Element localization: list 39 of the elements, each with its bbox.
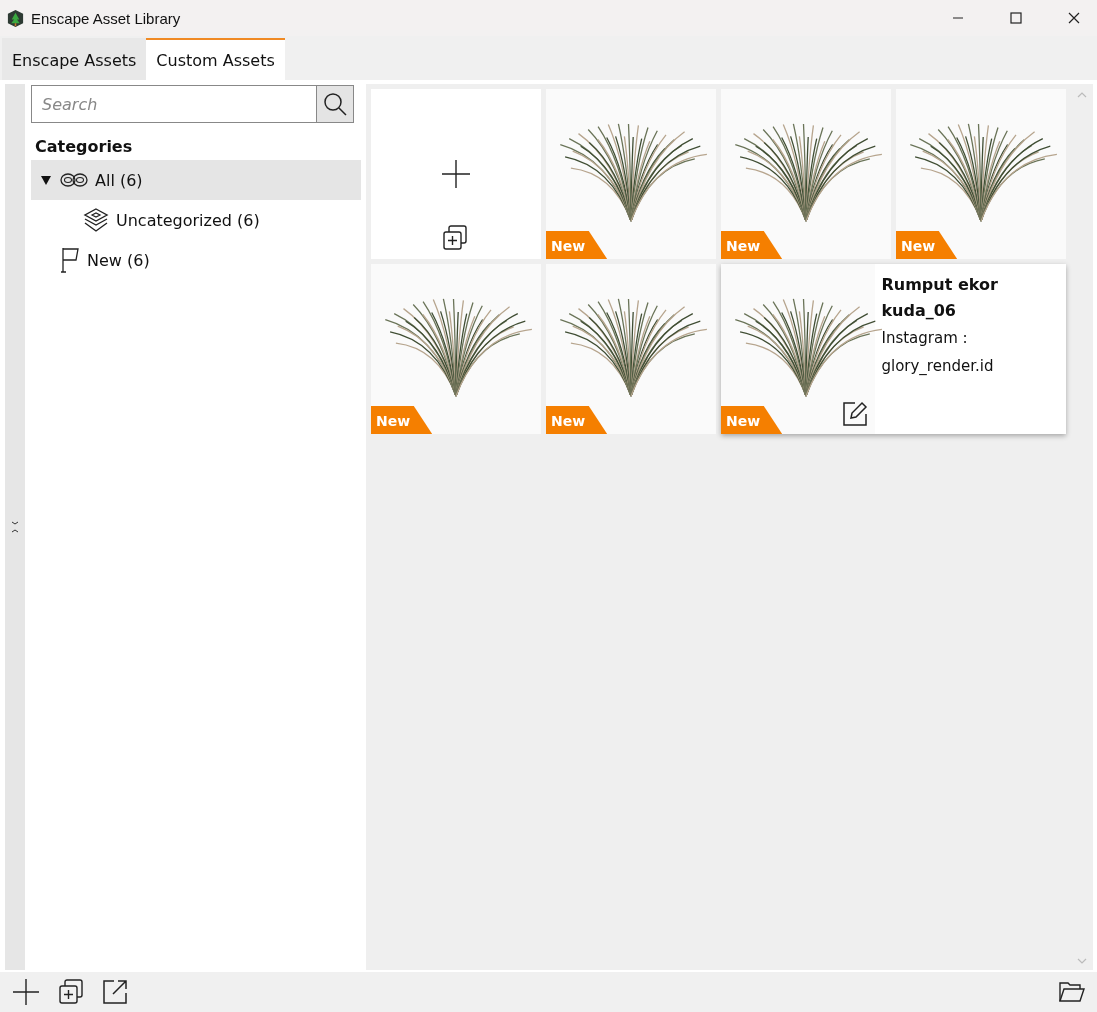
category-item[interactable]: All (6) [31,160,361,200]
add-copies-icon[interactable] [58,979,84,1005]
edit-icon[interactable] [841,400,870,428]
asset-name: Rumput ekor kuda_06 [881,274,999,322]
asset-description: Instagram : [881,328,969,349]
new-badge: New [896,231,958,259]
plus-icon[interactable] [441,159,471,189]
add-asset-tile[interactable] [371,89,541,259]
infinity-icon [60,172,88,188]
plus-icon[interactable] [12,978,40,1006]
search-icon [323,92,347,116]
asset-description: glory_render.id [881,356,995,377]
new-badge: New [721,231,783,259]
tab[interactable]: Custom Assets [146,38,285,80]
export-icon[interactable] [102,979,128,1005]
search-field[interactable]: Search [31,85,316,123]
maximize-icon[interactable] [1010,12,1022,24]
new-badge: New [546,406,608,434]
tab[interactable]: Enscape Assets [2,38,147,80]
category-label: Uncategorized (6) [116,210,260,230]
close-icon[interactable] [1068,12,1080,24]
flag-icon [60,247,80,273]
search-button[interactable] [316,85,354,123]
new-badge: New [546,231,608,259]
category-label: New (6) [87,250,150,270]
expand-triangle-icon[interactable] [41,175,51,185]
window-title: Enscape Asset Library [31,9,181,27]
category-item[interactable]: New (6) [31,240,361,280]
app-logo-icon [6,8,25,28]
asset-tile[interactable]: New Rumput ekor kuda_06 Instagram : glory_render.id [721,264,1066,434]
add-copies-icon[interactable] [442,225,468,251]
new-badge: New [721,406,783,434]
layers-icon [83,207,109,233]
new-badge: New [371,406,433,434]
collapse-icon[interactable] [11,521,19,533]
folder-icon[interactable] [1059,981,1085,1003]
categories-heading: Categories [35,137,134,156]
category-item[interactable]: Uncategorized (6) [31,200,361,240]
category-label: All (6) [95,170,143,190]
